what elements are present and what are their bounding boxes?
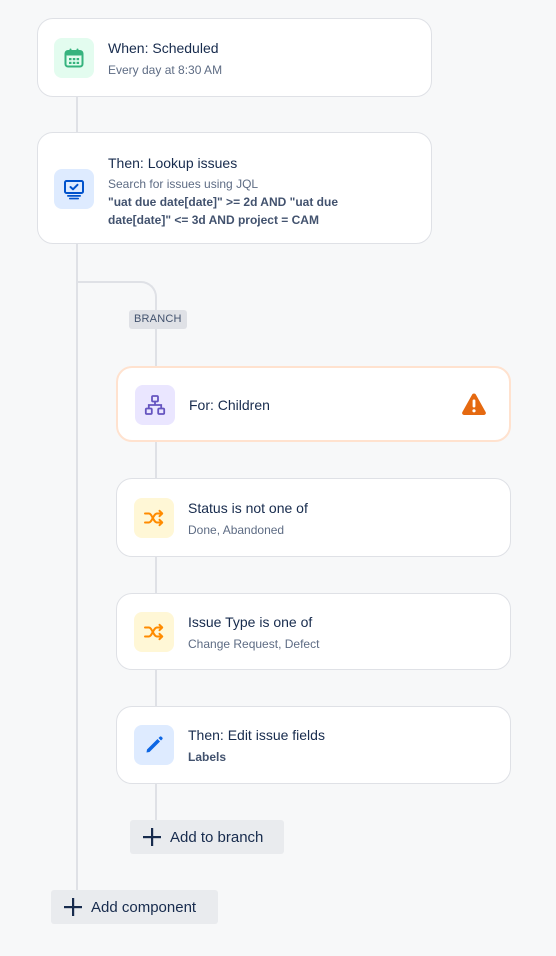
- status-condition-title: Status is not one of: [188, 500, 308, 516]
- edit-action-title: Then: Edit issue fields: [188, 727, 325, 743]
- jql-query-line-2: date[date]" <= 3d AND project = CAM: [108, 213, 319, 227]
- plus-icon: [64, 898, 82, 916]
- for-children-card[interactable]: For: Children: [116, 366, 511, 442]
- add-component-label: Add component: [91, 898, 197, 916]
- shuffle-icon: [134, 498, 174, 538]
- branch-connector-5: [155, 783, 157, 821]
- main-connector-top: [76, 96, 78, 133]
- issue-type-condition-title: Issue Type is one of: [188, 614, 313, 630]
- edit-issue-fields-card[interactable]: Then: Edit issue fields Labels: [116, 706, 511, 784]
- add-to-branch-label: Add to branch: [170, 828, 264, 846]
- plus-icon: [143, 828, 161, 846]
- add-to-branch-button[interactable]: Add to branch: [130, 820, 284, 854]
- branch-connector-3: [155, 556, 157, 594]
- branch-connector-4: [155, 669, 157, 707]
- trigger-title: When: Scheduled: [108, 40, 219, 56]
- jql-query-line-1: "uat due date[date]" >= 2d AND "uat due: [108, 195, 338, 209]
- issue-type-condition-card[interactable]: Issue Type is one of Change Request, Def…: [116, 593, 511, 670]
- shuffle-icon: [134, 612, 174, 652]
- add-component-button[interactable]: Add component: [51, 890, 218, 924]
- for-children-title: For: Children: [189, 397, 270, 413]
- edit-action-fields: Labels: [188, 750, 227, 764]
- status-condition-values: Done, Abandoned: [188, 523, 285, 537]
- status-condition-card[interactable]: Status is not one of Done, Abandoned: [116, 478, 511, 557]
- issue-type-condition-values: Change Request, Defect: [188, 637, 320, 651]
- lookup-title: Then: Lookup issues: [108, 155, 238, 171]
- calendar-icon: [54, 38, 94, 78]
- warning-icon[interactable]: [461, 392, 487, 421]
- branch-badge: BRANCH: [129, 310, 187, 329]
- main-connector: [76, 243, 78, 890]
- lookup-subtitle: Search for issues using JQL: [108, 177, 259, 191]
- hierarchy-icon: [135, 385, 175, 425]
- lookup-issues-card[interactable]: Then: Lookup issues Search for issues us…: [37, 132, 432, 244]
- lookup-screen-icon: [54, 169, 94, 209]
- pencil-icon: [134, 725, 174, 765]
- branch-connector-1: [155, 329, 157, 367]
- trigger-card[interactable]: When: Scheduled Every day at 8:30 AM: [37, 18, 432, 97]
- branch-connector-2: [155, 441, 157, 479]
- trigger-subtitle: Every day at 8:30 AM: [108, 63, 223, 77]
